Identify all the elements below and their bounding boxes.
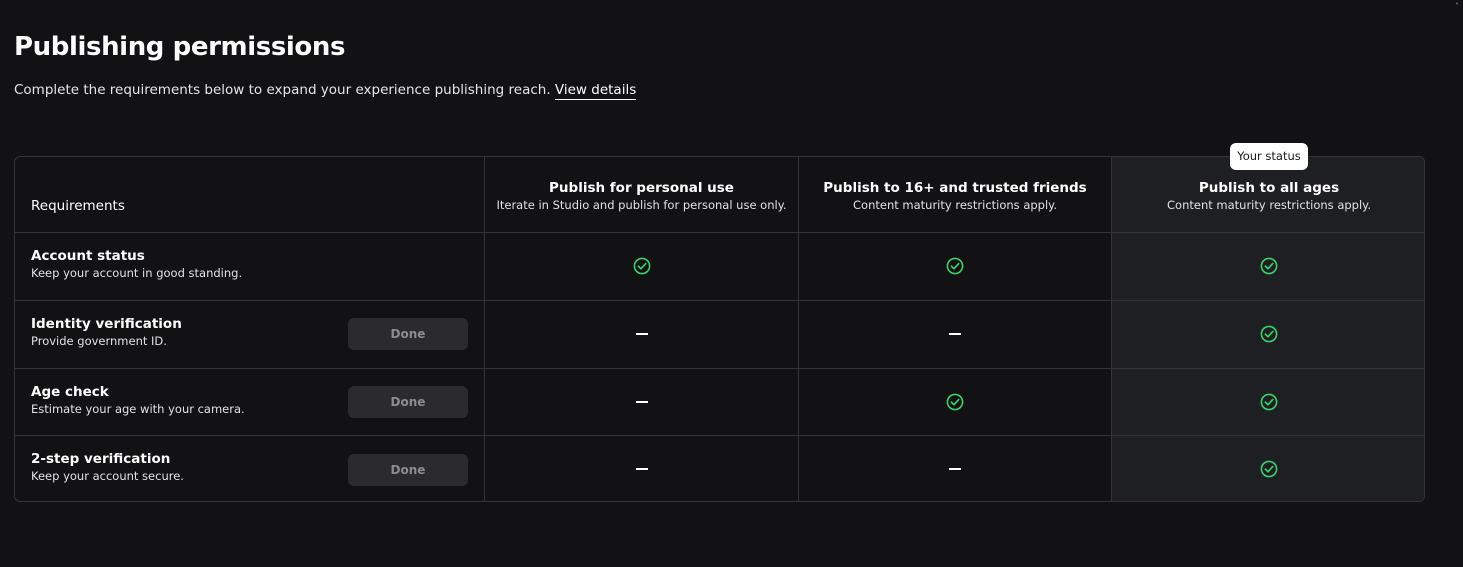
view-details-link[interactable]: View details	[554, 82, 637, 100]
check-circle-icon	[1260, 325, 1278, 343]
page-subtitle: Complete the requirements below to expan…	[14, 81, 637, 100]
column-title: Publish to 16+ and trusted friends	[823, 180, 1087, 196]
column-header-personal: Publish for personal use Iterate in Stud…	[485, 179, 798, 213]
permissions-table: Requirements Publish for personal use It…	[14, 156, 1425, 502]
check-circle-icon	[946, 393, 964, 411]
corner-caret-icon: ˄	[1455, 2, 1459, 11]
requirement-title: Account status	[31, 248, 145, 264]
requirement-description: Keep your account secure.	[31, 469, 184, 483]
column-header-all-ages: Publish to all ages Content maturity res…	[1112, 179, 1424, 213]
dash-icon	[949, 468, 961, 470]
requirement-account-status: Account status Keep your account in good…	[31, 247, 242, 281]
row-divider	[15, 368, 1424, 369]
requirements-header: Requirements	[31, 198, 125, 214]
requirement-description: Estimate your age with your camera.	[31, 402, 245, 416]
age-check-done-button[interactable]: Done	[348, 386, 468, 418]
column-subtitle: Content maturity restrictions apply.	[853, 198, 1057, 212]
your-status-badge: Your status	[1230, 143, 1308, 170]
requirement-description: Provide government ID.	[31, 334, 167, 348]
check-circle-icon	[1260, 257, 1278, 275]
publishing-permissions-page: ˄ Publishing permissions Complete the re…	[0, 0, 1463, 567]
dash-icon	[636, 468, 648, 470]
column-subtitle: Iterate in Studio and publish for person…	[496, 198, 787, 212]
column-header-16plus: Publish to 16+ and trusted friends Conte…	[799, 179, 1111, 213]
requirement-title: 2-step verification	[31, 451, 171, 467]
check-circle-icon	[946, 257, 964, 275]
subtitle-text: Complete the requirements below to expan…	[14, 82, 551, 98]
row-divider	[15, 435, 1424, 436]
dash-icon	[949, 333, 961, 335]
requirement-description: Keep your account in good standing.	[31, 266, 243, 280]
page-title: Publishing permissions	[14, 32, 346, 62]
column-subtitle: Content maturity restrictions apply.	[1167, 198, 1371, 212]
requirement-age-check: Age check Estimate your age with your ca…	[31, 383, 245, 417]
column-title: Publish to all ages	[1198, 180, 1340, 196]
requirement-2-step-verification: 2-step verification Keep your account se…	[31, 450, 184, 484]
check-circle-icon	[1260, 460, 1278, 478]
column-title: Publish for personal use	[549, 180, 734, 196]
check-circle-icon	[1260, 393, 1278, 411]
dash-icon	[636, 333, 648, 335]
requirement-identity-verification: Identity verification Provide government…	[31, 315, 182, 349]
requirement-title: Identity verification	[31, 316, 182, 332]
row-divider	[15, 300, 1424, 301]
identity-verification-done-button[interactable]: Done	[348, 318, 468, 350]
requirement-title: Age check	[31, 384, 109, 400]
dash-icon	[636, 401, 648, 403]
row-divider	[15, 232, 1424, 233]
check-circle-icon	[633, 257, 651, 275]
2-step-verification-done-button[interactable]: Done	[348, 454, 468, 486]
